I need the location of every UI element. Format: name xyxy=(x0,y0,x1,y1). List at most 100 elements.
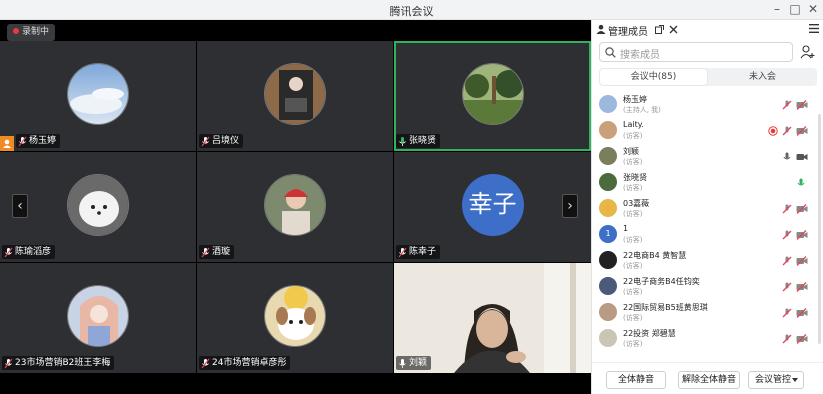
list-item[interactable]: Laity. (访客) xyxy=(592,118,823,144)
mic-muted-icon[interactable] xyxy=(782,308,792,318)
mic-muted-icon[interactable] xyxy=(782,256,792,266)
participant-namebar: 陈幸子 xyxy=(396,245,441,259)
member-name: 刘颖 xyxy=(623,147,639,156)
participant-namebar: 23市场营销B2班王李梅 xyxy=(2,356,115,370)
close-window-button[interactable]: ✕ xyxy=(804,1,822,19)
meeting-control-dropdown[interactable]: 会议管控 xyxy=(748,371,804,389)
participant-name: 刘颖 xyxy=(409,358,428,368)
video-tile-speaking[interactable]: 张晓贤 xyxy=(394,41,591,151)
mic-muted-icon[interactable] xyxy=(782,334,792,344)
video-off-icon[interactable] xyxy=(796,256,808,266)
chevron-down-icon xyxy=(792,378,798,382)
participant-namebar: 吕境仪 xyxy=(199,134,244,148)
video-off-icon[interactable] xyxy=(796,334,808,344)
search-input[interactable]: 搜索成员 xyxy=(620,46,660,61)
list-item[interactable]: 刘颖 (访客) xyxy=(592,144,823,170)
mute-all-button[interactable]: 全体静音 xyxy=(606,371,666,389)
mic-muted-icon[interactable] xyxy=(782,230,792,240)
member-name: 03嘉薇 xyxy=(623,199,650,208)
search-icon xyxy=(605,47,616,58)
list-item[interactable]: 22投资 郑碧慧 (访客) xyxy=(592,326,823,352)
video-tile[interactable]: 吕境仪 xyxy=(197,41,393,151)
search-box[interactable]: 搜索成员 xyxy=(599,42,793,62)
members-icon xyxy=(596,24,606,34)
member-list: 杨玉婷 (主持人, 我) Laity. (访客) 刘颖 (访客) 张晓贤 (访客… xyxy=(592,92,823,360)
invite-member-icon[interactable] xyxy=(800,45,815,59)
avatar xyxy=(264,174,326,236)
video-off-icon[interactable] xyxy=(796,308,808,318)
menu-icon[interactable] xyxy=(809,24,819,33)
member-role: (访客) xyxy=(623,210,643,218)
maximize-button[interactable]: □ xyxy=(786,1,804,19)
list-item[interactable]: 22电子商务B4任钧奕 (访客) xyxy=(592,274,823,300)
video-tile[interactable]: 23市场营销B2班王李梅 xyxy=(0,263,196,373)
avatar xyxy=(599,251,617,269)
video-tile[interactable]: 酒璇 xyxy=(197,152,393,262)
participant-name: 吕境仪 xyxy=(212,136,240,146)
mic-muted-icon xyxy=(398,247,407,257)
avatar: 幸子 xyxy=(461,174,524,236)
meeting-control-label: 会议管控 xyxy=(755,375,792,385)
avatar xyxy=(599,95,617,113)
tab-not-joined[interactable]: 未入会 xyxy=(709,69,816,85)
unmute-all-button[interactable]: 解除全体静音 xyxy=(678,371,740,389)
member-name: 22投资 郑碧慧 xyxy=(623,329,676,338)
video-grid: 杨玉婷 吕境仪 张晓贤 陈瑜滔彦 酒璇 幸子 陈幸子 23市场营销B2班王李梅 … xyxy=(0,20,591,373)
panel-header: 管理成员 xyxy=(592,20,823,38)
member-role: (访客) xyxy=(623,158,643,166)
panel-footer: 全体静音 解除全体静音 会议管控 xyxy=(592,362,823,394)
minimize-button[interactable]: – xyxy=(768,1,786,19)
avatar xyxy=(461,63,524,125)
video-off-icon[interactable] xyxy=(796,282,808,292)
popout-icon[interactable] xyxy=(655,25,664,34)
mic-speaking-icon[interactable] xyxy=(796,178,806,188)
participant-namebar: 张晓贤 xyxy=(396,134,441,148)
mic-muted-icon[interactable] xyxy=(782,126,792,136)
mic-muted-icon xyxy=(4,358,13,368)
member-name: 张晓贤 xyxy=(623,173,647,182)
close-icon[interactable] xyxy=(669,25,678,34)
video-tile[interactable]: 陈瑜滔彦 xyxy=(0,152,196,262)
mic-muted-icon[interactable] xyxy=(782,100,792,110)
video-tile[interactable]: 24市场营销卓彦彤 xyxy=(197,263,393,373)
participant-namebar: 杨玉婷 xyxy=(16,134,61,148)
avatar xyxy=(67,285,129,347)
video-off-icon[interactable] xyxy=(796,204,808,214)
mic-muted-icon[interactable] xyxy=(782,282,792,292)
prev-page-button[interactable]: ‹ xyxy=(12,194,28,218)
mic-icon[interactable] xyxy=(782,152,792,162)
mic-muted-icon xyxy=(18,136,27,146)
video-icon[interactable] xyxy=(796,152,808,162)
window-title: 腾讯会议 xyxy=(389,5,434,18)
list-item[interactable]: 杨玉婷 (主持人, 我) xyxy=(592,92,823,118)
mic-on-icon xyxy=(399,136,406,146)
panel-title: 管理成员 xyxy=(608,27,648,38)
video-tile-camera[interactable]: 刘颖 xyxy=(394,263,591,373)
list-item[interactable]: 1 1 (访客) xyxy=(592,222,823,248)
list-item[interactable]: 22国际贸易B5班黄思琪 (访客) xyxy=(592,300,823,326)
video-off-icon[interactable] xyxy=(796,126,808,136)
list-item[interactable]: 22电商B4 黄智慧 (访客) xyxy=(592,248,823,274)
mic-muted-icon[interactable] xyxy=(782,204,792,214)
avatar xyxy=(67,63,129,125)
mic-on-icon xyxy=(399,358,406,368)
video-off-icon[interactable] xyxy=(796,230,808,240)
member-name: 杨玉婷 xyxy=(623,95,647,104)
avatar xyxy=(599,277,617,295)
member-role: (主持人, 我) xyxy=(623,106,661,114)
list-item[interactable]: 张晓贤 (访客) xyxy=(592,170,823,196)
video-off-icon[interactable] xyxy=(796,100,808,110)
avatar: 1 xyxy=(599,225,617,243)
member-list-scrollbar[interactable] xyxy=(818,114,821,344)
participant-namebar: 24市场营销卓彦彤 xyxy=(199,356,291,370)
tab-in-meeting[interactable]: 会议中(85) xyxy=(600,69,707,85)
member-role: (访客) xyxy=(623,132,643,140)
mic-muted-icon xyxy=(4,247,13,257)
participant-name: 23市场营销B2班王李梅 xyxy=(15,358,111,368)
participant-name: 酒璇 xyxy=(212,247,231,257)
member-name: 22电子商务B4任钧奕 xyxy=(623,277,700,286)
next-page-button[interactable]: › xyxy=(562,194,578,218)
video-tile[interactable]: 杨玉婷 xyxy=(0,41,196,151)
list-item[interactable]: 03嘉薇 (访客) xyxy=(592,196,823,222)
avatar xyxy=(599,303,617,321)
